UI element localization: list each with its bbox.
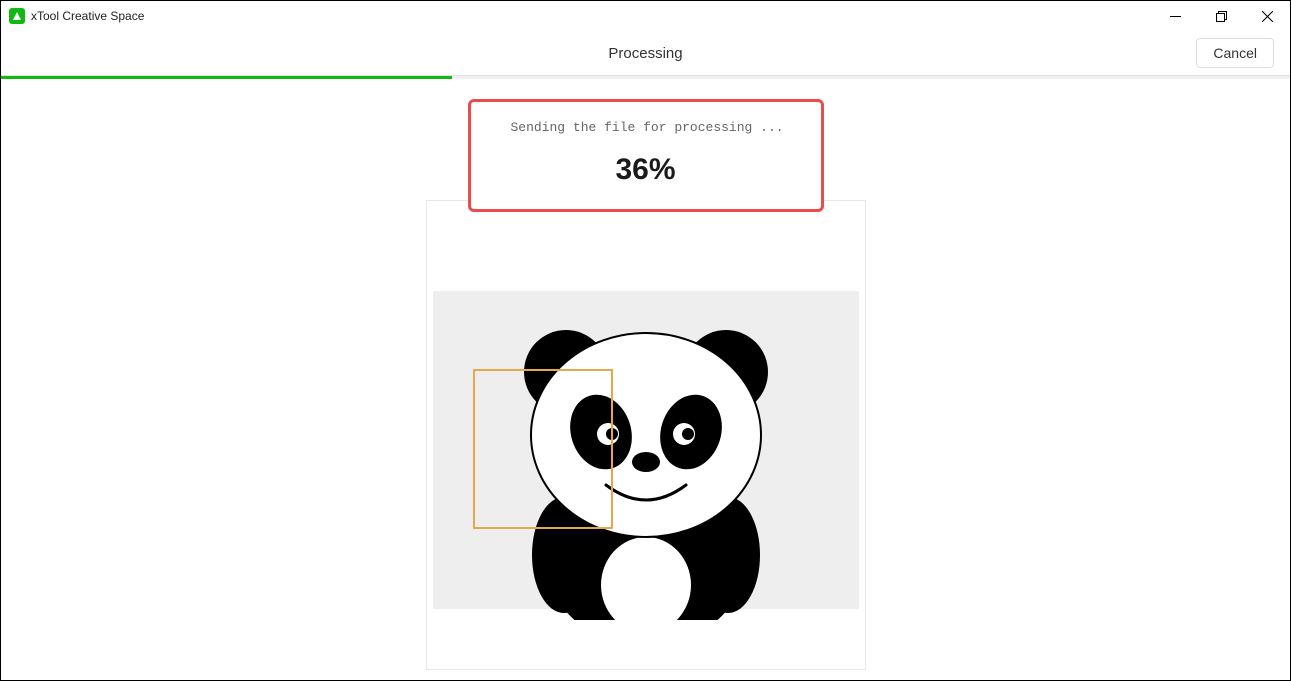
page-title: Processing	[608, 45, 682, 62]
maximize-icon	[1216, 11, 1227, 22]
main-content: Sending the file for processing ... 36%	[1, 79, 1290, 670]
maximize-button[interactable]	[1198, 1, 1244, 31]
app-title: xTool Creative Space	[31, 9, 144, 23]
close-icon	[1262, 11, 1273, 22]
window-titlebar: xTool Creative Space	[1, 1, 1290, 31]
cancel-button[interactable]: Cancel	[1196, 38, 1274, 68]
app-icon	[9, 8, 25, 24]
minimize-button[interactable]	[1152, 1, 1198, 31]
minimize-icon	[1170, 11, 1181, 22]
page-header: Processing Cancel	[1, 31, 1290, 76]
status-callout: Sending the file for processing ... 36%	[468, 99, 824, 212]
status-message: Sending the file for processing ...	[511, 120, 781, 135]
close-button[interactable]	[1244, 1, 1290, 31]
preview-image-stage	[433, 291, 859, 609]
window-controls	[1152, 1, 1290, 31]
selection-rectangle[interactable]	[473, 369, 613, 529]
progress-percent: 36%	[511, 153, 781, 187]
preview-card	[426, 200, 866, 670]
titlebar-left: xTool Creative Space	[9, 8, 144, 24]
